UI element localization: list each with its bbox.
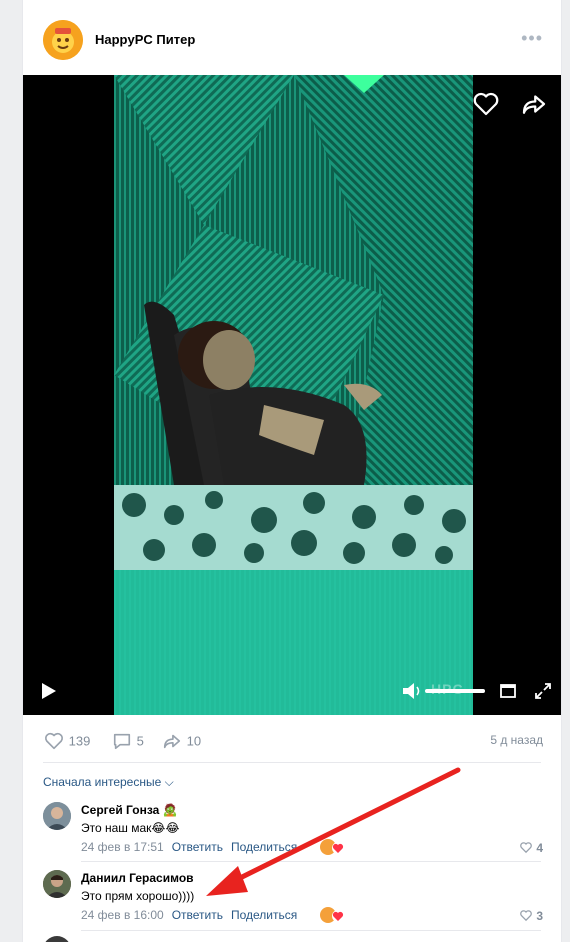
divider [43,762,541,763]
share-link[interactable]: Поделиться [231,840,297,854]
play-icon[interactable] [37,680,59,702]
comment-count: 5 [136,733,144,749]
share-link[interactable]: Поделиться [231,908,297,922]
comments-sort-dropdown[interactable]: Сначала интересные ⌵ [43,775,174,790]
comment-icon [113,733,131,750]
volume-icon[interactable] [401,681,423,701]
like-video-icon[interactable] [471,89,501,119]
commenter-name[interactable]: Сергей Гонза 🧟 [81,803,178,817]
comment-meta: 24 фев в 17:51 Ответить Поделиться [81,840,297,854]
fullscreen-icon[interactable] [533,681,553,701]
share-video-icon[interactable] [519,89,549,119]
miniplayer-icon[interactable] [499,682,517,700]
commenter-avatar[interactable] [43,802,71,830]
heart-icon [45,732,63,750]
divider [81,861,541,862]
reactions-icon[interactable] [320,906,346,924]
commenter-avatar[interactable] [43,870,71,898]
heart-icon [520,910,532,922]
more-options-icon[interactable]: ••• [521,28,543,49]
comment-text: Это прям хорошо)))) [81,889,195,903]
like-count: 139 [68,733,91,749]
comment-date[interactable]: 24 фев в 16:00 [81,908,164,922]
comment-like-button[interactable]: 3 [519,908,543,923]
share-button[interactable]: 10 [161,731,201,751]
heart-icon [520,842,532,854]
share-icon [163,734,181,749]
share-count: 10 [186,733,202,749]
post-stats: 139 5 10 5 д назад [23,725,561,755]
comment-text: Это наш мак😂😂 [81,821,180,835]
post-card: HappyPC Питер ••• HPC 139 5 10 5 д назад… [22,0,562,942]
post-header: HappyPC Питер ••• [23,18,561,62]
video-frame [114,75,473,715]
comment-date[interactable]: 24 фев в 17:51 [81,840,164,854]
reactions-icon[interactable] [320,838,346,856]
comment-like-button[interactable]: 4 [519,840,543,855]
comment-item: Даниил Герасимов Это прям хорошо)))) 24 … [23,868,561,928]
commenter-name[interactable]: Даниил Герасимов [81,871,194,885]
post-date[interactable]: 5 д назад [490,733,543,747]
reply-link[interactable]: Ответить [172,840,223,854]
comment-button[interactable]: 5 [111,731,144,751]
video-watermark: HPC [431,681,464,697]
comment-meta: 24 фев в 16:00 Ответить Поделиться [81,908,297,922]
video-player[interactable]: HPC [23,75,561,715]
reply-link[interactable]: Ответить [172,908,223,922]
next-comment-avatar [43,936,71,942]
community-avatar[interactable] [43,20,83,60]
divider [81,930,541,931]
comment-like-count: 3 [536,908,543,923]
community-name[interactable]: HappyPC Питер [95,32,195,47]
comment-item: Сергей Гонза 🧟 Это наш мак😂😂 24 фев в 17… [23,800,561,860]
comment-like-count: 4 [536,840,543,855]
like-button[interactable]: 139 [43,731,90,751]
